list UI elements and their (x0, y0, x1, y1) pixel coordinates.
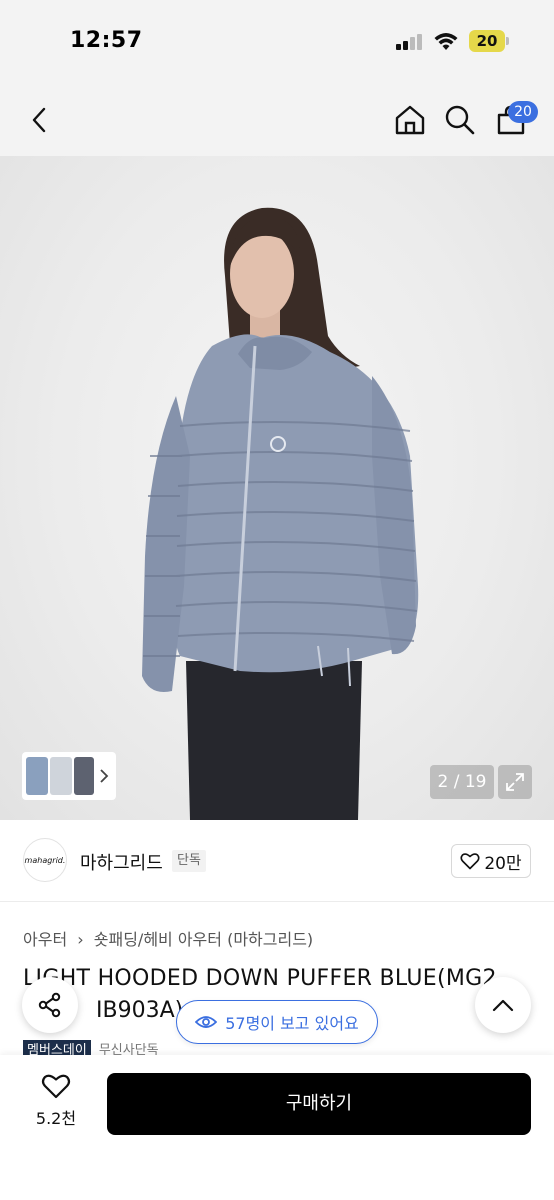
exclusive-tag: 단독 (172, 850, 206, 872)
cart-count-badge: 20 (508, 101, 538, 123)
chevron-right-icon: › (77, 930, 84, 949)
product-title: LIGHT HOODED DOWN PUFFER BLUE(MG2 (23, 966, 497, 991)
status-time: 12:57 (70, 28, 143, 53)
brand-row[interactable]: mahagrid. 마하그리드 단독 20만 (0, 820, 554, 902)
product-like-button[interactable]: 5.2천 (22, 1073, 90, 1135)
heart-icon (41, 1074, 71, 1099)
thumbnail-image[interactable] (50, 757, 72, 795)
brand-logo[interactable]: mahagrid. (23, 838, 67, 882)
viewers-text: 57명이 보고 있어요 (225, 1014, 359, 1033)
brand-name[interactable]: 마하그리드 (80, 849, 163, 875)
breadcrumb-item-padding[interactable]: 숏패딩/헤비 아우터 (마하그리드) (94, 930, 313, 949)
model-illustration (142, 207, 419, 820)
product-like-count: 5.2천 (35, 1109, 77, 1128)
expand-icon (506, 773, 524, 791)
back-button[interactable] (18, 98, 62, 142)
share-button[interactable] (22, 977, 78, 1033)
home-icon (395, 105, 425, 135)
product-image[interactable] (0, 156, 554, 820)
chevron-up-icon (492, 999, 514, 1012)
expand-button[interactable] (498, 765, 532, 799)
breadcrumb: 아우터 › 숏패딩/헤비 아우터 (마하그리드) (23, 926, 313, 950)
thumbnail-image[interactable] (26, 757, 48, 795)
signal-icon (396, 34, 424, 50)
buy-button[interactable]: 구매하기 (107, 1073, 531, 1135)
thumbnail-image[interactable] (74, 757, 94, 795)
viewers-indicator[interactable]: 57명이 보고 있어요 (176, 1000, 378, 1044)
brand-like-count: 20만 (484, 853, 522, 874)
thumbnail-strip[interactable] (22, 752, 116, 800)
wifi-icon (434, 33, 458, 50)
battery-level: 20 (476, 32, 498, 50)
home-button[interactable] (388, 98, 432, 142)
search-icon (445, 105, 475, 135)
status-bar: 12:57 20 (0, 0, 554, 84)
scroll-top-button[interactable] (475, 977, 531, 1033)
bottom-purchase-bar: 5.2천 구매하기 (0, 1055, 554, 1200)
eye-icon (195, 1016, 218, 1028)
battery-icon: 20 (469, 30, 509, 52)
chevron-right-icon (100, 769, 109, 783)
brand-like-button[interactable]: 20만 (451, 844, 531, 878)
image-counter: 2 / 19 (430, 765, 494, 799)
search-button[interactable] (438, 98, 482, 142)
breadcrumb-item-outer[interactable]: 아우터 (23, 930, 67, 949)
chevron-left-icon (32, 107, 46, 133)
top-nav (0, 84, 554, 156)
product-title-line2: IB903A) (96, 998, 184, 1023)
share-icon (38, 992, 61, 1018)
heart-icon (460, 853, 480, 870)
